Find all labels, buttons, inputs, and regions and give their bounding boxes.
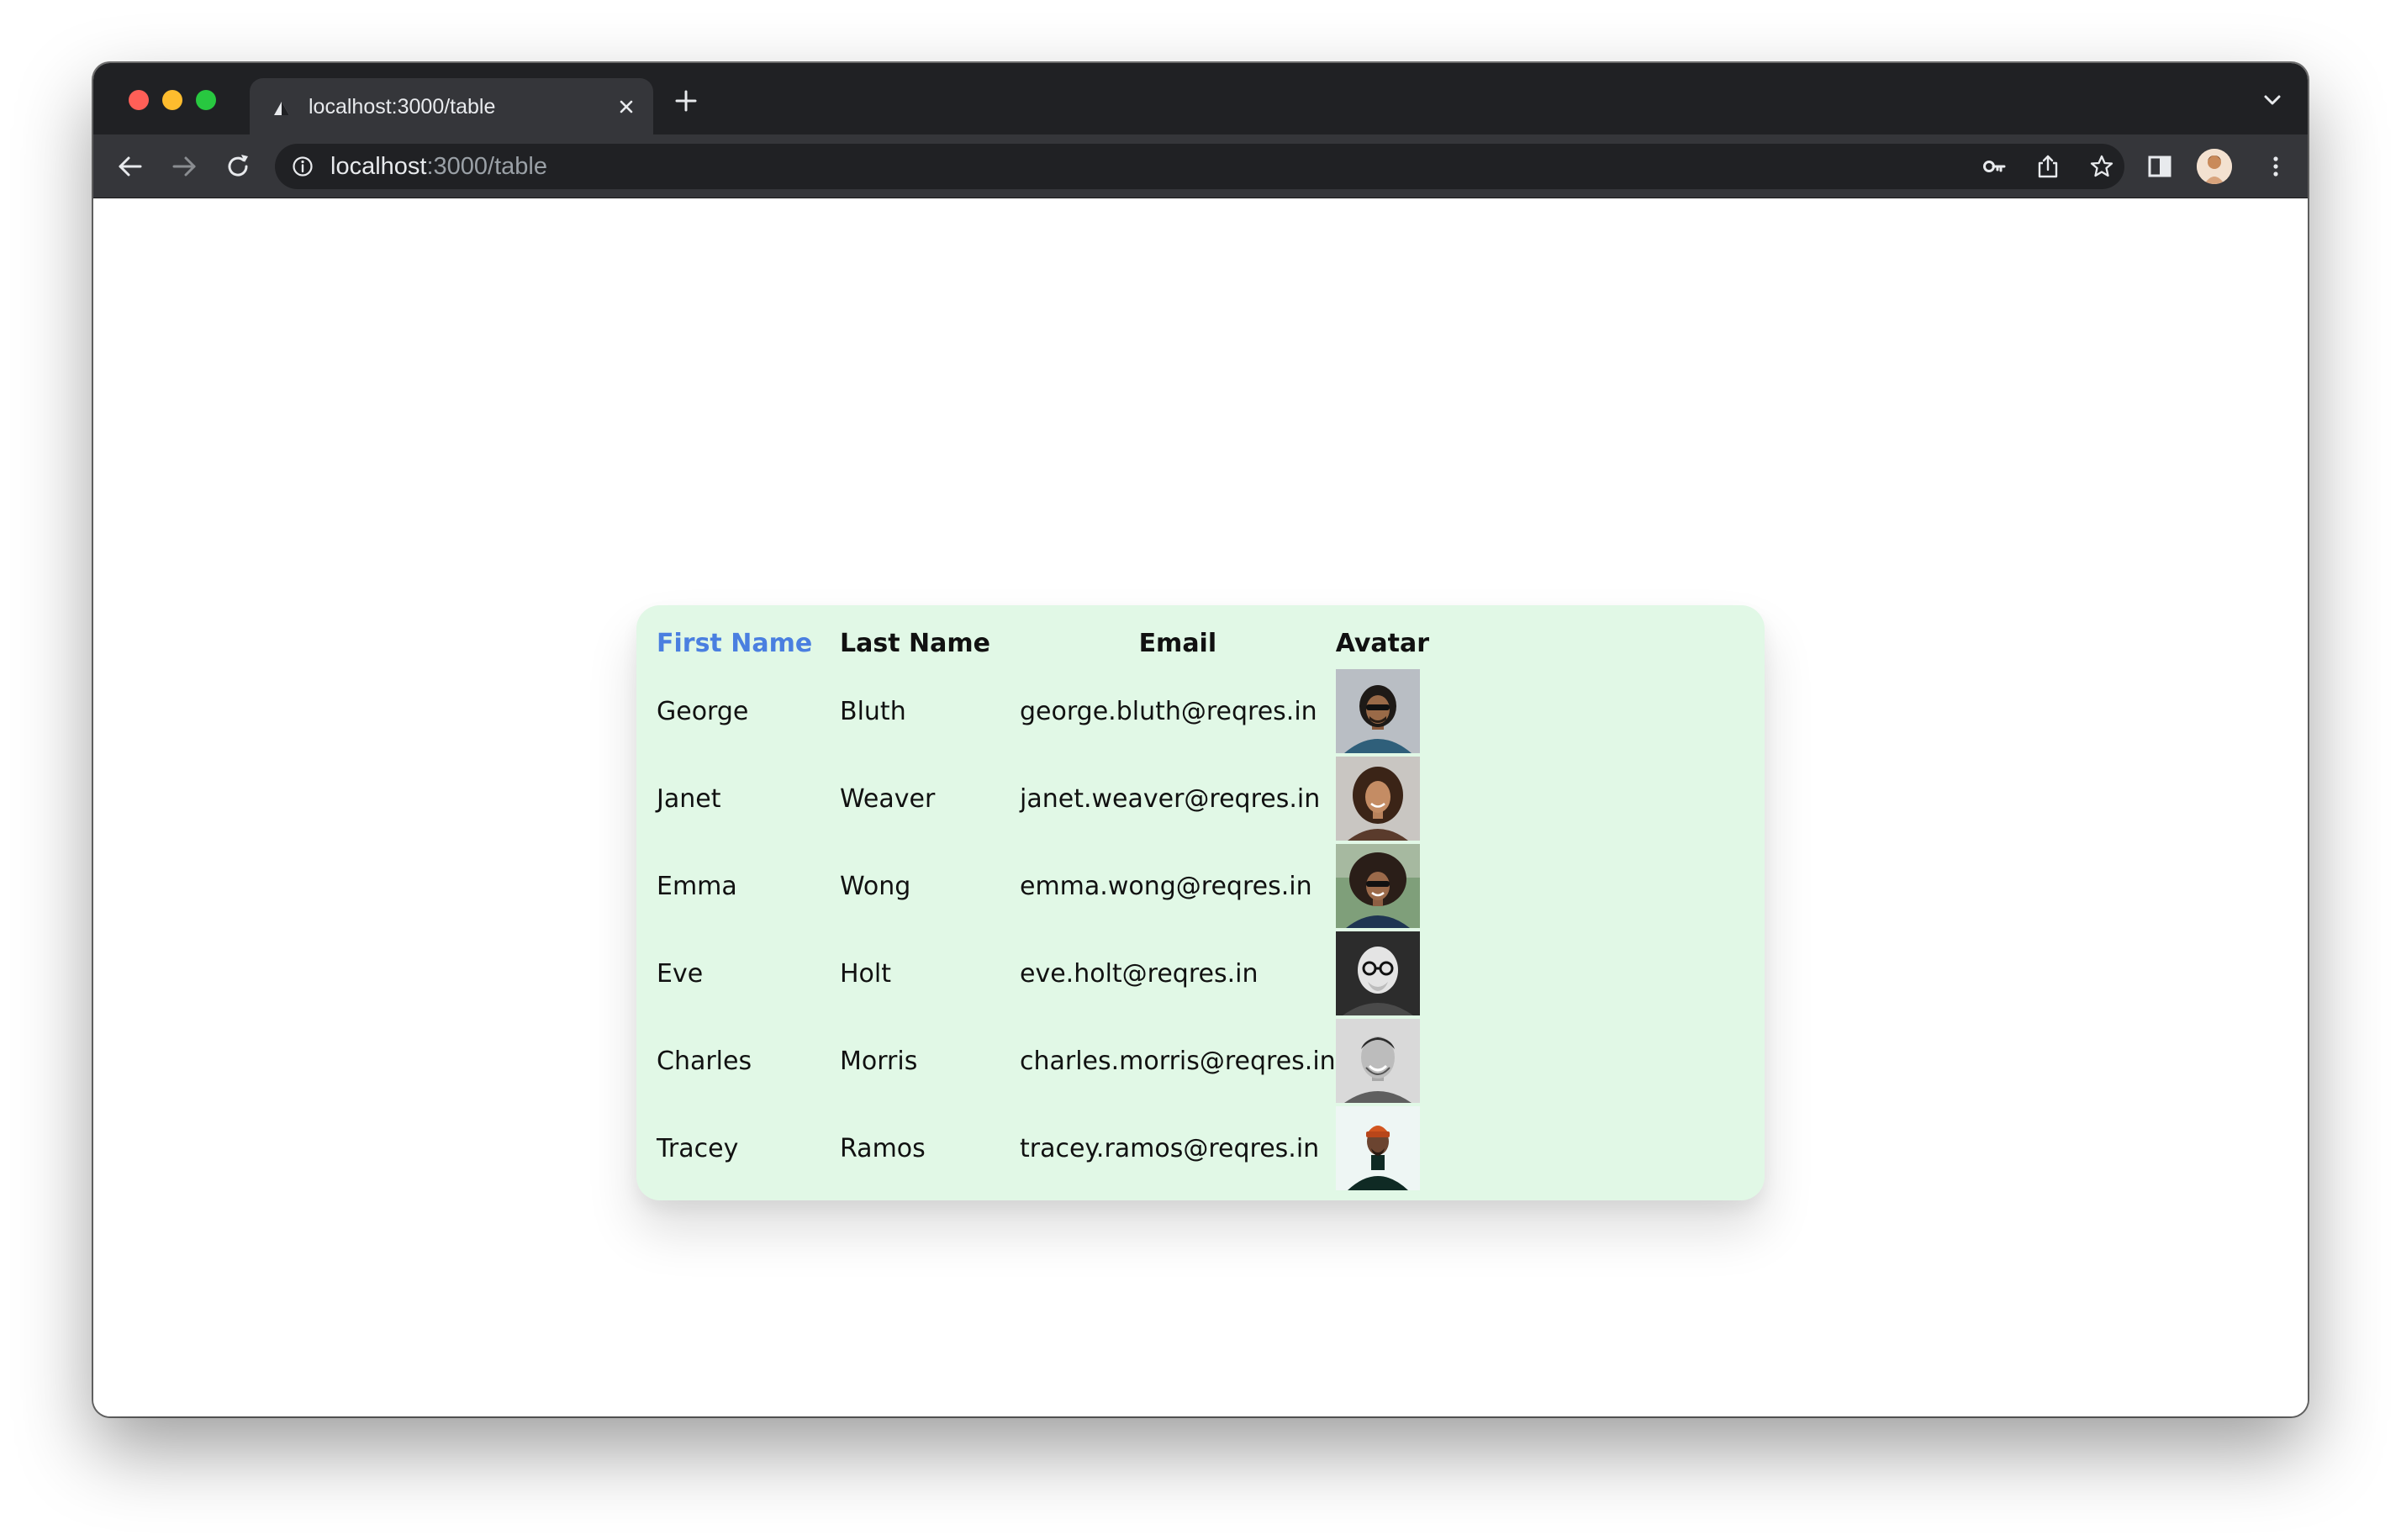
maximize-window-button[interactable] — [196, 90, 216, 110]
cell-avatar — [1335, 842, 1429, 930]
table-row: Janet Weaver janet.weaver@reqres.in — [657, 755, 1429, 842]
profile-avatar[interactable] — [2197, 149, 2232, 184]
tab-search-chevron-icon[interactable] — [2261, 88, 2284, 112]
avatar-woman-sunglasses-icon — [1335, 844, 1420, 928]
site-info-icon[interactable] — [292, 156, 314, 177]
cell-last-name: Morris — [840, 1046, 918, 1076]
close-window-button[interactable] — [129, 90, 149, 110]
cell-first-name: Tracey — [657, 1133, 739, 1163]
cell-last-name: Holt — [840, 958, 892, 989]
cell-email: emma.wong@reqres.in — [1020, 871, 1312, 901]
avatar-bald-man-glasses-icon — [1335, 931, 1420, 1015]
cell-last-name: Wong — [840, 871, 911, 901]
cell-avatar — [1335, 1017, 1429, 1105]
header-first-name[interactable]: First Name — [657, 619, 840, 667]
desktop: localhost:3000/table localhost:3000/tabl… — [0, 0, 2401, 1540]
triangle-favicon-icon — [274, 102, 289, 115]
table-row: George Bluth george.bluth@reqres.in — [657, 667, 1429, 755]
cell-last-name: Weaver — [840, 783, 936, 814]
avatar-woman-curly-hair-icon — [1335, 757, 1420, 841]
table-row: Charles Morris charles.morris@reqres.in — [657, 1017, 1429, 1105]
cell-first-name: Charles — [657, 1046, 752, 1076]
more-menu-icon[interactable] — [2261, 151, 2291, 182]
cell-email: tracey.ramos@reqres.in — [1020, 1133, 1320, 1163]
active-tab[interactable]: localhost:3000/table — [250, 78, 653, 134]
table-row: Emma Wong emma.wong@reqres.in — [657, 842, 1429, 930]
table-row: Eve Holt eve.holt@reqres.in — [657, 930, 1429, 1017]
cell-email: george.bluth@reqres.in — [1020, 696, 1317, 726]
url-host: localhost — [330, 153, 427, 180]
url-text: localhost:3000/table — [330, 153, 547, 181]
table-row: Tracey Ramos tracey.ramos@reqres.in — [657, 1105, 1429, 1192]
page-content: First Name Last Name Email Avatar George… — [93, 198, 2308, 1416]
cell-email: eve.holt@reqres.in — [1020, 958, 1259, 989]
cell-first-name: Emma — [657, 871, 737, 901]
new-tab-icon[interactable] — [673, 88, 699, 113]
cell-avatar — [1335, 1105, 1429, 1192]
avatar-man-sunglasses-icon — [1335, 669, 1420, 753]
url-path: :3000/table — [426, 153, 547, 180]
avatar-man-orange-beanie-icon — [1335, 1106, 1420, 1190]
share-icon[interactable] — [2035, 154, 2061, 179]
cell-avatar — [1335, 667, 1429, 755]
header-avatar: Avatar — [1335, 628, 1430, 658]
browser-window: localhost:3000/table localhost:3000/tabl… — [93, 63, 2308, 1416]
cell-avatar — [1335, 755, 1429, 842]
cell-first-name: Janet — [657, 783, 721, 814]
bookmark-star-icon[interactable] — [2089, 154, 2114, 179]
cell-email: janet.weaver@reqres.in — [1020, 783, 1321, 814]
tab-strip: localhost:3000/table — [93, 63, 2308, 134]
cell-email: charles.morris@reqres.in — [1020, 1046, 1336, 1076]
users-table: First Name Last Name Email Avatar George… — [657, 619, 1429, 1192]
header-last-name[interactable]: Last Name — [840, 619, 1020, 667]
cell-last-name: Ramos — [840, 1133, 926, 1163]
header-email[interactable]: Email — [1020, 619, 1336, 667]
cell-first-name: Eve — [657, 958, 704, 989]
browser-toolbar: localhost:3000/table — [93, 134, 2308, 198]
table-header-row: First Name Last Name Email Avatar — [657, 619, 1429, 667]
avatar-smiling-man-icon — [1335, 1019, 1420, 1103]
back-arrow-icon[interactable] — [115, 151, 145, 182]
cell-first-name: George — [657, 696, 749, 726]
tab-title: localhost:3000/table — [309, 95, 496, 119]
cell-avatar — [1335, 930, 1429, 1017]
address-bar[interactable]: localhost:3000/table — [275, 144, 2124, 189]
minimize-window-button[interactable] — [162, 90, 182, 110]
cell-last-name: Bluth — [840, 696, 906, 726]
reload-icon[interactable] — [223, 151, 253, 182]
close-tab-icon[interactable] — [615, 95, 638, 119]
forward-arrow-icon[interactable] — [169, 151, 199, 182]
users-table-card: First Name Last Name Email Avatar George… — [636, 605, 1765, 1200]
side-panel-icon[interactable] — [2145, 151, 2175, 182]
key-icon[interactable] — [1981, 154, 2007, 179]
profile-photo-icon — [2197, 149, 2232, 184]
